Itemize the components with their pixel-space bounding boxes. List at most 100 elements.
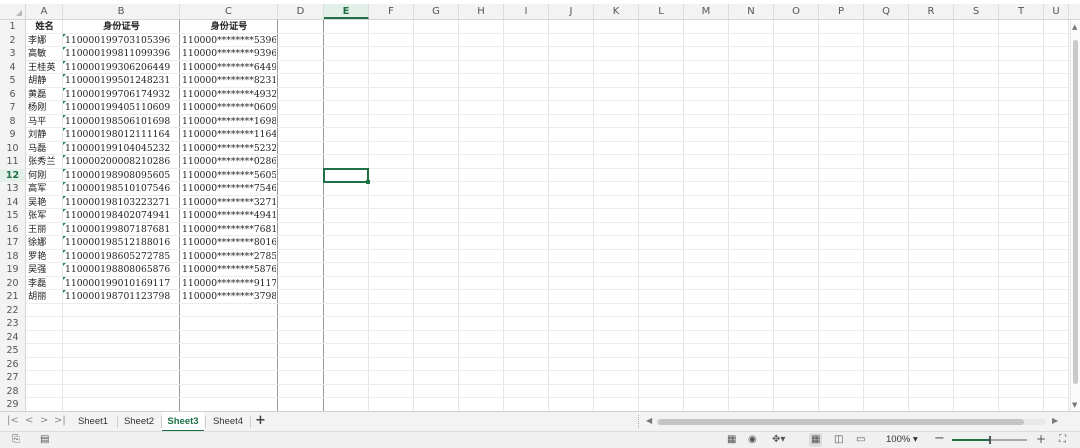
- row-header-14[interactable]: 14: [0, 196, 25, 209]
- cell-id-number[interactable]: 110000198701123798: [65, 290, 178, 303]
- cell-masked-id[interactable]: 110000********8016: [182, 236, 276, 249]
- row-header-6[interactable]: 6: [0, 88, 25, 101]
- column-header-o[interactable]: O: [774, 4, 819, 19]
- cell-name[interactable]: 吴强: [28, 263, 61, 276]
- column-header-f[interactable]: F: [369, 4, 414, 19]
- cell-id-number[interactable]: 110000198103223271: [65, 196, 178, 209]
- column-header-r[interactable]: R: [909, 4, 954, 19]
- cell-name[interactable]: 刘静: [28, 128, 61, 141]
- row-header-3[interactable]: 3: [0, 47, 25, 60]
- row-header-25[interactable]: 25: [0, 344, 25, 357]
- scroll-left-icon[interactable]: ◀: [646, 416, 652, 425]
- cell-name[interactable]: 张军: [28, 209, 61, 222]
- cell-id-number[interactable]: 110000199703105396: [65, 34, 178, 47]
- cell-name[interactable]: 高敏: [28, 47, 61, 60]
- row-header-16[interactable]: 16: [0, 223, 25, 236]
- cell-name[interactable]: 高军: [28, 182, 61, 195]
- sheet-list-icon[interactable]: ▤: [40, 433, 49, 447]
- column-header-t[interactable]: T: [999, 4, 1044, 19]
- row-header-17[interactable]: 17: [0, 236, 25, 249]
- row-header-11[interactable]: 11: [0, 155, 25, 168]
- cell-name[interactable]: 胡静: [28, 74, 61, 87]
- cell-id-number[interactable]: 110000199010169117: [65, 277, 178, 290]
- column-header-a[interactable]: A: [26, 4, 63, 19]
- spreadsheet-grid[interactable]: 姓名 身份证号 身份证号 李娜 110000199703105396 110000****…: [26, 20, 1070, 411]
- cell-name[interactable]: 黄磊: [28, 88, 61, 101]
- cell-name[interactable]: 王丽: [28, 223, 61, 236]
- row-header-10[interactable]: 10: [0, 142, 25, 155]
- row-header-18[interactable]: 18: [0, 250, 25, 263]
- cell-id-number[interactable]: 110000198012111164: [65, 128, 178, 141]
- cell-masked-id[interactable]: 110000********7681: [182, 223, 276, 236]
- cell-id-number[interactable]: 110000198605272785: [65, 250, 178, 263]
- row-header-21[interactable]: 21: [0, 290, 25, 303]
- column-header-q[interactable]: Q: [864, 4, 909, 19]
- column-header-u[interactable]: U: [1044, 4, 1069, 19]
- normal-view-icon[interactable]: ▦: [809, 433, 823, 447]
- select-all-corner[interactable]: [0, 4, 26, 19]
- add-sheet-button[interactable]: +: [255, 413, 266, 428]
- active-cell-selection[interactable]: [323, 167, 370, 184]
- data-compare-icon[interactable]: ▦: [727, 433, 736, 447]
- column-header-s[interactable]: S: [954, 4, 999, 19]
- cell-id-number[interactable]: 110000199706174932: [65, 88, 178, 101]
- cell-masked-id[interactable]: 110000********3798: [182, 290, 276, 303]
- cell-id-number[interactable]: 110000198402074941: [65, 209, 178, 222]
- zoom-in-button[interactable]: +: [1036, 433, 1046, 446]
- last-sheet-nav-icon[interactable]: >|: [54, 415, 66, 426]
- cell-masked-id[interactable]: 110000********9117: [182, 277, 276, 290]
- cell-name[interactable]: 罗艳: [28, 250, 61, 263]
- row-header-23[interactable]: 23: [0, 317, 25, 330]
- cell-masked-id[interactable]: 110000********5396: [182, 34, 276, 47]
- cell-id-number[interactable]: 110000200008210286: [65, 155, 178, 168]
- scroll-right-icon[interactable]: ▶: [1052, 416, 1058, 425]
- row-header-2[interactable]: 2: [0, 34, 25, 47]
- row-header-8[interactable]: 8: [0, 115, 25, 128]
- column-header-j[interactable]: J: [549, 4, 594, 19]
- column-header-k[interactable]: K: [594, 4, 639, 19]
- row-header-12[interactable]: 12: [0, 168, 25, 182]
- cell-masked-id[interactable]: 110000********9396: [182, 47, 276, 60]
- cell-masked-id[interactable]: 110000********8231: [182, 74, 276, 87]
- cell-masked-id[interactable]: 110000********5232: [182, 142, 276, 155]
- cell-masked-id[interactable]: 110000********6449: [182, 61, 276, 74]
- scroll-up-icon[interactable]: ▲: [1072, 23, 1077, 31]
- cell-id-number[interactable]: 110000199501248231: [65, 74, 178, 87]
- eye-protection-icon[interactable]: ◉: [748, 433, 757, 447]
- cell-name[interactable]: 胡丽: [28, 290, 61, 303]
- column-header-h[interactable]: H: [459, 4, 504, 19]
- cell-masked-id[interactable]: 110000********5876: [182, 263, 276, 276]
- column-header-i[interactable]: I: [504, 4, 549, 19]
- sheet-tab-sheet1[interactable]: Sheet1: [70, 412, 116, 432]
- column-header-c[interactable]: C: [180, 4, 278, 19]
- cell-name[interactable]: 吴艳: [28, 196, 61, 209]
- cell-id-number[interactable]: 110000199807187681: [65, 223, 178, 236]
- crosshair-highlight-icon[interactable]: ✥▾: [772, 433, 785, 447]
- horizontal-scroll-thumb[interactable]: [658, 419, 1024, 425]
- column-header-n[interactable]: N: [729, 4, 774, 19]
- row-header-27[interactable]: 27: [0, 371, 25, 384]
- cell-masked-id[interactable]: 110000********3271: [182, 196, 276, 209]
- cell-name[interactable]: 李磊: [28, 277, 61, 290]
- column-header-l[interactable]: L: [639, 4, 684, 19]
- header-cell-id-number[interactable]: 身份证号: [65, 20, 178, 33]
- cell-masked-id[interactable]: 110000********0609: [182, 101, 276, 114]
- cell-name[interactable]: 李娜: [28, 34, 61, 47]
- column-header-g[interactable]: G: [414, 4, 459, 19]
- row-header-20[interactable]: 20: [0, 277, 25, 290]
- row-header-4[interactable]: 4: [0, 61, 25, 74]
- vertical-scroll-thumb[interactable]: [1073, 40, 1078, 384]
- sheet-tab-sheet4[interactable]: Sheet4: [207, 412, 249, 432]
- row-header-28[interactable]: 28: [0, 385, 25, 398]
- cell-id-number[interactable]: 110000198512188016: [65, 236, 178, 249]
- cell-id-number[interactable]: 110000198808065876: [65, 263, 178, 276]
- cell-id-number[interactable]: 110000199405110609: [65, 101, 178, 114]
- cell-masked-id[interactable]: 110000********2785: [182, 250, 276, 263]
- cell-id-number[interactable]: 110000199104045232: [65, 142, 178, 155]
- first-sheet-nav-icon[interactable]: |<: [7, 415, 19, 426]
- scrollbar-split-handle[interactable]: [638, 415, 641, 428]
- cell-id-number[interactable]: 110000199306206449: [65, 61, 178, 74]
- fullscreen-icon[interactable]: ⛶: [1059, 433, 1066, 447]
- zoom-slider-knob[interactable]: [989, 436, 991, 444]
- sheet-tab-sheet3[interactable]: Sheet3: [162, 412, 204, 432]
